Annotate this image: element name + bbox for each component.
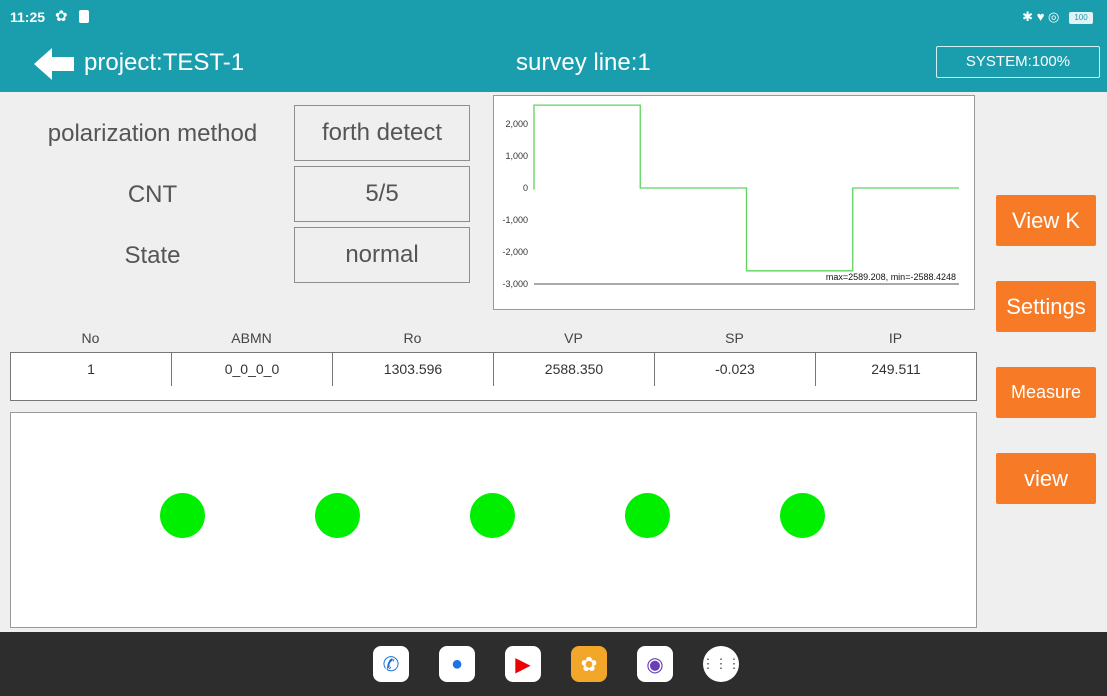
apps-icon[interactable]: ⋮⋮⋮ <box>702 646 741 682</box>
waveform-chart: 2,000 1,000 0 -1,000 -2,000 -3,000 max=2589.20… <box>493 95 975 310</box>
status-icons: ✱ ♥ ◎ 100 <box>1022 9 1093 25</box>
status-bar: 11:25 ✿ ✱ ♥ ◎ 100 <box>0 0 1107 36</box>
y-tick-label: -2,000 <box>502 247 528 257</box>
cell-ro: 1303.596 <box>333 353 494 386</box>
polarization-method-label: polarization method <box>47 120 258 147</box>
y-tick-label: 2,000 <box>505 119 528 129</box>
cell-sp: -0.023 <box>655 353 816 386</box>
view-k-button[interactable]: View K <box>996 195 1096 246</box>
waveform-series-line <box>533 104 959 272</box>
y-tick-label: 0 <box>523 183 528 193</box>
gear-icon: ✿ <box>55 8 68 25</box>
wifi-icon: ♥ <box>1036 9 1045 24</box>
settings-icon[interactable]: ✿ <box>571 646 607 682</box>
clock: 11:25 <box>10 9 46 25</box>
col-header-sp: SP <box>725 330 744 346</box>
sim-icon <box>79 10 89 23</box>
project-title: project:TEST-1 <box>84 49 245 76</box>
electrode-status-dot <box>160 493 205 538</box>
state-label: State <box>124 242 181 269</box>
measure-button[interactable]: Measure <box>996 367 1096 418</box>
camera-icon[interactable]: ◉ <box>637 646 673 682</box>
state-value: normal <box>294 227 470 283</box>
y-tick-label: -3,000 <box>502 279 528 289</box>
table-empty-row <box>10 386 977 401</box>
survey-line-title: survey line:1 <box>516 49 651 76</box>
col-header-ro: Ro <box>403 330 422 346</box>
electrode-status-dot <box>780 493 825 538</box>
table-row[interactable]: 1 0_0_0_0 1303.596 2588.350 -0.023 249.5… <box>10 352 977 387</box>
cell-no: 1 <box>11 353 172 386</box>
view-button[interactable]: view <box>996 453 1096 504</box>
cell-ip: 249.511 <box>871 361 921 377</box>
col-header-vp: VP <box>564 330 583 346</box>
electrode-status-dot <box>625 493 670 538</box>
electrode-panel <box>10 412 977 628</box>
waveform-chart-svg: 2,000 1,000 0 -1,000 -2,000 -3,000 max=2589.20… <box>502 104 959 289</box>
col-header-no: No <box>81 330 100 346</box>
system-status-badge: SYSTEM:100% <box>936 46 1100 78</box>
cell-vp: 2588.350 <box>494 353 655 386</box>
electrode-status-dot <box>470 493 515 538</box>
cnt-value: 5/5 <box>294 166 470 222</box>
max-min-annotation: max=2589.208, min=-2588.4248 <box>826 272 956 282</box>
app-dock: ✆ ● ▶ ✿ ◉ ⋮⋮⋮ <box>0 632 1107 696</box>
hotspot-icon: ◎ <box>1048 9 1060 24</box>
bluetooth-icon: ✱ <box>1022 9 1034 24</box>
settings-button[interactable]: Settings <box>996 281 1096 332</box>
battery-icon: 100 <box>1069 11 1093 24</box>
y-tick-label: 1,000 <box>505 151 528 161</box>
col-header-ip: IP <box>888 330 903 346</box>
col-header-abmn: ABMN <box>231 330 272 346</box>
title-bar: project:TEST-1 survey line:1 SYSTEM:100% <box>0 36 1107 92</box>
back-arrow-icon[interactable] <box>32 44 76 84</box>
cnt-label: CNT <box>127 181 178 208</box>
y-tick-label: -1,000 <box>502 215 528 225</box>
polarization-method-value: forth detect <box>294 105 470 161</box>
messages-icon[interactable]: ● <box>439 646 475 682</box>
electrode-status-dot <box>315 493 360 538</box>
phone-icon[interactable]: ✆ <box>373 646 409 682</box>
cell-abmn: 0_0_0_0 <box>172 353 333 386</box>
youtube-icon[interactable]: ▶ <box>505 646 541 682</box>
